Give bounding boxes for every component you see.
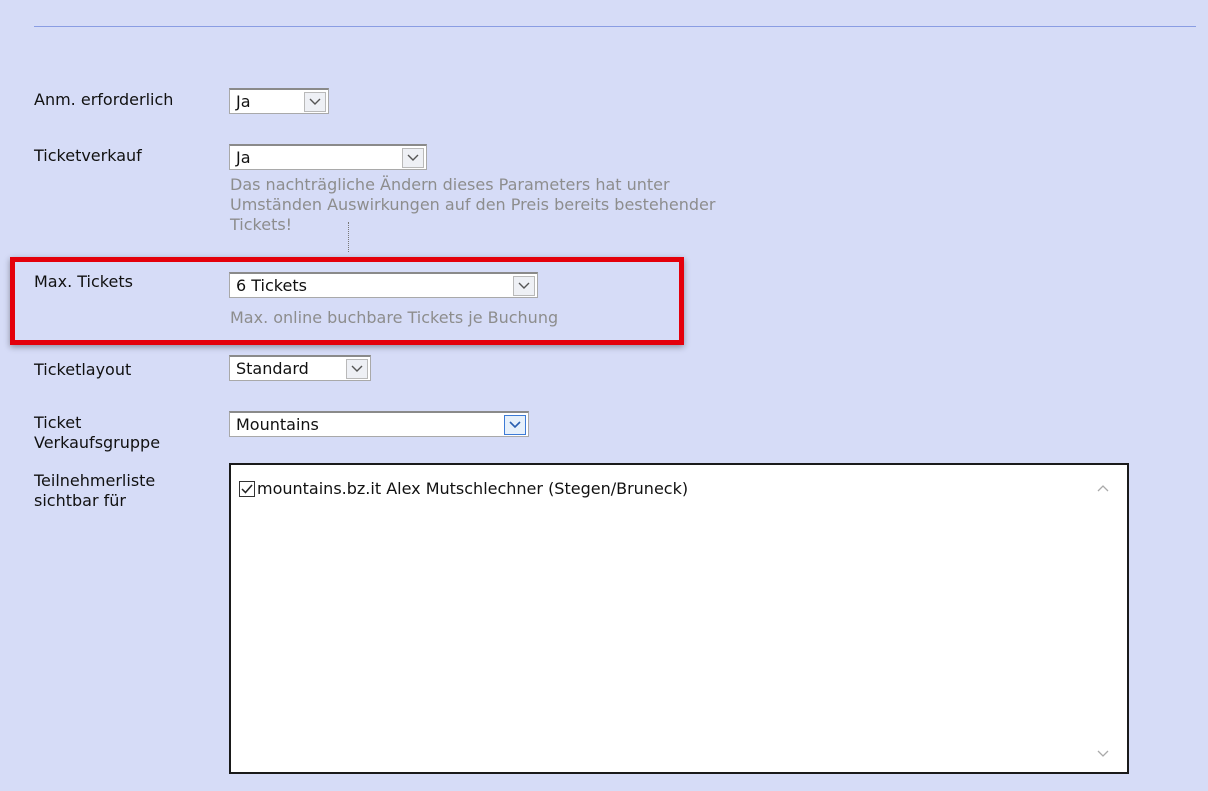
max-tickets-select[interactable]: 6 Tickets	[229, 272, 538, 298]
chevron-up-icon[interactable]	[1097, 477, 1109, 496]
checkmark-icon	[241, 484, 253, 494]
max-tickets-hint: Max. online buchbare Tickets je Buchung	[230, 308, 559, 327]
participants-label-line-1: Teilnehmerliste	[34, 471, 156, 490]
sales-group-select[interactable]: Mountains	[229, 411, 529, 437]
sales-group-label-line-1: Ticket	[34, 413, 82, 432]
ticket-sale-value: Ja	[236, 148, 251, 167]
chevron-down-icon[interactable]	[346, 358, 368, 379]
ticket-layout-select[interactable]: Standard	[229, 355, 371, 381]
chevron-down-icon[interactable]	[513, 275, 535, 296]
focus-outline	[348, 222, 349, 252]
chevron-down-icon[interactable]	[504, 414, 526, 435]
ticket-sale-hint-line-1: Das nachträgliche Ändern dieses Paramete…	[230, 175, 670, 194]
chevron-down-icon[interactable]	[1097, 743, 1109, 762]
ticket-layout-value: Standard	[236, 359, 309, 378]
max-tickets-value: 6 Tickets	[236, 276, 307, 295]
ticket-sale-hint-line-2: Umständen Auswirkungen auf den Preis ber…	[230, 195, 716, 214]
registration-value: Ja	[236, 92, 251, 111]
highlight-frame	[10, 257, 684, 345]
max-tickets-label: Max. Tickets	[34, 272, 133, 291]
participants-listbox[interactable]: mountains.bz.it Alex Mutschlechner (Steg…	[229, 463, 1129, 774]
participant-checkbox[interactable]	[239, 480, 255, 497]
ticket-sale-hint-line-3: Tickets!	[230, 215, 293, 234]
registration-select[interactable]: Ja	[229, 88, 329, 114]
participant-label: mountains.bz.it Alex Mutschlechner (Steg…	[257, 479, 689, 498]
chevron-down-icon[interactable]	[402, 147, 424, 168]
top-divider	[34, 26, 1196, 27]
participants-label-line-2: sichtbar für	[34, 491, 126, 510]
sales-group-value: Mountains	[236, 415, 319, 434]
ticket-sale-select[interactable]: Ja	[229, 144, 427, 170]
list-item[interactable]: mountains.bz.it Alex Mutschlechner (Steg…	[239, 479, 688, 498]
ticket-layout-label: Ticketlayout	[34, 360, 132, 379]
sales-group-label-line-2: Verkaufsgruppe	[34, 433, 161, 452]
chevron-down-icon[interactable]	[304, 91, 326, 112]
registration-label: Anm. erforderlich	[34, 90, 174, 109]
ticket-sale-label: Ticketverkauf	[34, 146, 142, 165]
